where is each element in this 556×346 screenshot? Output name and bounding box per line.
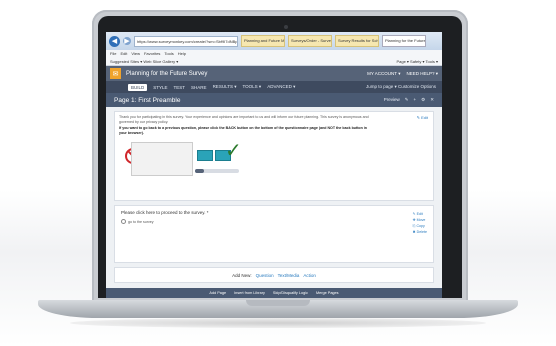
preview-button[interactable]: Preview (384, 97, 400, 103)
app-logo-icon: ✉ (110, 68, 121, 79)
laptop-screen: ◀ ▶ https://www.surveymonkey.com/create/… (106, 32, 442, 298)
page-footer-toolbar: Add Page Insert from Library Skip/Disqua… (106, 288, 442, 298)
nav-share[interactable]: SHARE (191, 85, 207, 90)
menu-file[interactable]: File (110, 51, 116, 56)
question-delete-link[interactable]: ✖ Delete (413, 230, 427, 234)
nav-test[interactable]: TEST (174, 85, 186, 90)
laptop-lid: ◀ ▶ https://www.surveymonkey.com/create/… (92, 10, 468, 302)
page-tools: Preview ✎ + ⚙ ✕ (384, 97, 434, 103)
gear-icon[interactable]: ⚙ (421, 97, 425, 103)
add-action-link[interactable]: Action (303, 273, 316, 278)
add-text-media-link[interactable]: Text/Media (278, 273, 300, 278)
progress-bar (195, 169, 239, 173)
add-page-icon[interactable]: + (414, 97, 417, 103)
nav-tools[interactable]: TOOLS ▾ (243, 84, 262, 90)
back-arrow-icon[interactable]: ◀ (109, 35, 120, 47)
intro-instruction: If you want to go back to a previous que… (119, 126, 367, 135)
instruction-illustration: ✓ (125, 140, 242, 190)
prev-button-illustration (197, 150, 213, 161)
menu-help[interactable]: Help (178, 51, 186, 56)
intro-text: Thank you for participating in this surv… (119, 115, 369, 124)
page-content: Thank you for participating in this surv… (106, 107, 442, 291)
add-page-button[interactable]: Add Page (209, 291, 226, 295)
add-question-link[interactable]: Question (256, 273, 274, 278)
survey-nav: BUILD STYLE TEST SHARE RESULTS ▾ TOOLS ▾… (106, 81, 442, 93)
webcam-icon (284, 25, 288, 29)
insert-library-button[interactable]: Insert from Library (234, 291, 265, 295)
jump-customize-options[interactable]: Jump to page ▾ Customize Options (366, 84, 436, 90)
merge-pages-button[interactable]: Merge Pages (316, 291, 339, 295)
progress-fill (195, 169, 204, 173)
app-header: ✉ Planning for the Future Survey MY ACCO… (106, 66, 442, 81)
my-account-menu[interactable]: MY ACCOUNT ▾ (367, 71, 400, 77)
answer-option-label: go to the survey (128, 219, 154, 224)
intro-edit-link[interactable]: ✎ Edit (417, 115, 428, 120)
laptop-shadow (70, 318, 486, 328)
browser-titlebar: ◀ ▶ https://www.surveymonkey.com/create/… (106, 32, 442, 50)
question-move-link[interactable]: ✥ Move (413, 218, 427, 222)
add-new-bar: Add New: Question Text/Media Action (114, 267, 434, 283)
browser-tab[interactable]: Survey Results for Sch. Plan... (335, 35, 379, 47)
browser-menubar: File Edit View Favorites Tools Help (106, 50, 442, 57)
nav-results[interactable]: RESULTS ▾ (213, 84, 237, 90)
favorites-links[interactable]: Suggested Sites ▾ Web Slice Gallery ▾ (110, 59, 178, 64)
skip-logic-button[interactable]: Skip/Disqualify Logic (273, 291, 308, 295)
command-bar[interactable]: Page ▾ Safety ▾ Tools ▾ (396, 59, 438, 64)
nav-build[interactable]: BUILD (128, 83, 148, 91)
intro-block[interactable]: Thank you for participating in this surv… (114, 111, 434, 201)
answer-option[interactable]: go to the survey (121, 219, 427, 224)
question-edit-link[interactable]: ✎ Edit (413, 212, 427, 216)
lid-notch (246, 300, 310, 306)
question-block[interactable]: Please click here to proceed to the surv… (114, 205, 434, 263)
checkmark-icon: ✓ (225, 140, 242, 162)
laptop-base (38, 300, 518, 318)
address-bar[interactable]: https://www.surveymonkey.com/create/?sm=… (134, 35, 238, 47)
need-help-menu[interactable]: NEED HELP? ▾ (406, 71, 438, 77)
menu-view[interactable]: View (131, 51, 140, 56)
page-title: Page 1: First Preamble (114, 96, 181, 104)
favorites-bar: Suggested Sites ▾ Web Slice Gallery ▾ Pa… (106, 57, 442, 66)
question-copy-link[interactable]: ⎘ Copy (413, 224, 427, 228)
menu-tools[interactable]: Tools (164, 51, 173, 56)
browser-back-illustration (131, 142, 193, 176)
browser-tab[interactable]: Planning and Future Making (241, 35, 285, 47)
close-icon[interactable]: ✕ (430, 97, 434, 103)
nav-style[interactable]: STYLE (153, 85, 167, 90)
edit-page-icon[interactable]: ✎ (405, 97, 409, 103)
nav-advanced[interactable]: ADVANCED ▾ (267, 84, 295, 90)
page-header: Page 1: First Preamble Preview ✎ + ⚙ ✕ (106, 93, 442, 107)
question-text: Please click here to proceed to the surv… (121, 210, 209, 215)
menu-edit[interactable]: Edit (120, 51, 127, 56)
forward-arrow-icon[interactable]: ▶ (123, 37, 131, 45)
add-new-label: Add New: (232, 272, 252, 278)
survey-title: Planning for the Future Survey (126, 70, 208, 77)
radio-button[interactable] (121, 219, 126, 224)
browser-tab-active[interactable]: Planning for the Future Sur... (382, 35, 426, 47)
menu-favorites[interactable]: Favorites (144, 51, 160, 56)
question-actions: ✎ Edit ✥ Move ⎘ Copy ✖ Delete (413, 212, 427, 234)
browser-tab[interactable]: Surveys/Order - Survey Proof (288, 35, 332, 47)
